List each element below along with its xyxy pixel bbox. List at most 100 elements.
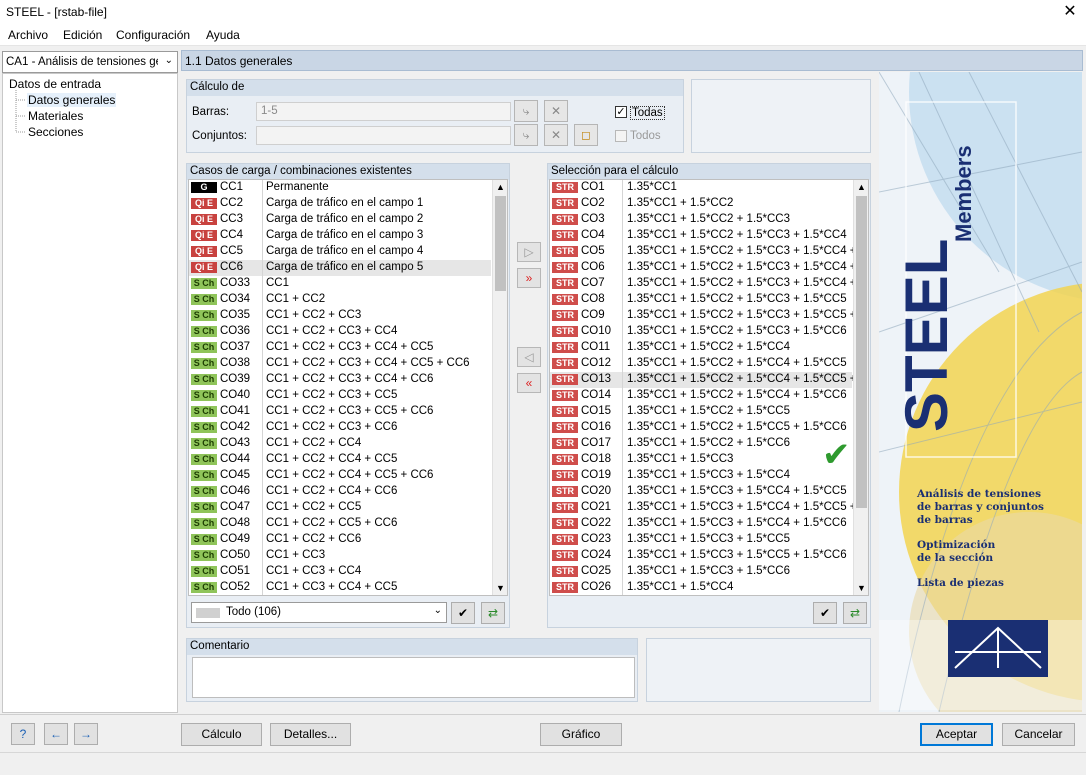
list-item[interactable]: STR CO25 1.35*CC1 + 1.5*CC3 + 1.5*CC6: [550, 564, 852, 580]
list-item[interactable]: STR CO26 1.35*CC1 + 1.5*CC4: [550, 580, 852, 595]
list-item[interactable]: S Ch CO40 CC1 + CC2 + CC3 + CC5: [189, 388, 491, 404]
list-item[interactable]: S Ch CO42 CC1 + CC2 + CC3 + CC6: [189, 420, 491, 436]
list-item[interactable]: S Ch CO36 CC1 + CC2 + CC3 + CC4: [189, 324, 491, 340]
details-button[interactable]: Detalles...: [270, 723, 351, 746]
comment-textarea[interactable]: [192, 657, 635, 698]
list-item[interactable]: G CC1 Permanente: [189, 180, 491, 196]
list-item[interactable]: S Ch CO43 CC1 + CC2 + CC4: [189, 436, 491, 452]
menu-configuracion[interactable]: Configuración: [116, 28, 190, 42]
list-item[interactable]: STR CO22 1.35*CC1 + 1.5*CC3 + 1.5*CC4 + 1.…: [550, 516, 852, 532]
add-all-icon[interactable]: »: [517, 268, 541, 288]
sets-input[interactable]: [256, 126, 511, 145]
cancel-button[interactable]: Cancelar: [1002, 723, 1075, 746]
select-all-selected-icon[interactable]: ✔: [813, 602, 837, 624]
accept-button[interactable]: Aceptar: [920, 723, 993, 746]
menu-edicion[interactable]: Edición: [63, 28, 102, 42]
list-item[interactable]: S Ch CO48 CC1 + CC2 + CC5 + CC6: [189, 516, 491, 532]
item-name: CO39: [220, 373, 251, 385]
list-item[interactable]: STR CO6 1.35*CC1 + 1.5*CC2 + 1.5*CC3 + 1.5…: [550, 260, 868, 276]
toggle-selection-existing-icon[interactable]: ⇄: [481, 602, 505, 624]
list-item[interactable]: STR CO2 1.35*CC1 + 1.5*CC2: [550, 196, 852, 212]
all-members-checkbox[interactable]: ✓: [615, 106, 627, 118]
list-item[interactable]: STR CO19 1.35*CC1 + 1.5*CC3 + 1.5*CC4: [550, 468, 852, 484]
list-item[interactable]: S Ch CO50 CC1 + CC3: [189, 548, 491, 564]
previous-page-icon[interactable]: ←: [44, 723, 68, 745]
next-page-icon[interactable]: →: [74, 723, 98, 745]
list-item[interactable]: STR CO8 1.35*CC1 + 1.5*CC2 + 1.5*CC3 + 1.5…: [550, 292, 852, 308]
list-item[interactable]: STR CO11 1.35*CC1 + 1.5*CC2 + 1.5*CC4: [550, 340, 852, 356]
close-icon[interactable]: ✕: [1054, 0, 1086, 24]
tree-root[interactable]: Datos de entrada: [9, 77, 101, 91]
filter-combo[interactable]: Todo (106) ⌄: [191, 602, 447, 623]
tree-item-secciones[interactable]: Secciones: [28, 125, 83, 139]
remove-selected-icon[interactable]: ◁: [517, 347, 541, 367]
list-item[interactable]: STR CO9 1.35*CC1 + 1.5*CC2 + 1.5*CC3 + 1.5…: [550, 308, 868, 324]
scroll-thumb[interactable]: [856, 196, 867, 508]
list-item[interactable]: S Ch CO49 CC1 + CC2 + CC6: [189, 532, 491, 548]
scroll-up-icon[interactable]: ▲: [857, 182, 866, 192]
new-set-icon[interactable]: ◻: [574, 124, 598, 146]
list-item[interactable]: STR CO5 1.35*CC1 + 1.5*CC2 + 1.5*CC3 + 1.5…: [550, 244, 868, 260]
list-item[interactable]: Qi E CC3 Carga de tráfico en el campo 2: [189, 212, 491, 228]
calculate-button[interactable]: Cálculo: [181, 723, 262, 746]
remove-all-icon[interactable]: «: [517, 373, 541, 393]
tree-item-materiales[interactable]: Materiales: [28, 109, 83, 123]
list-item[interactable]: S Ch CO44 CC1 + CC2 + CC4 + CC5: [189, 452, 491, 468]
list-item[interactable]: S Ch CO41 CC1 + CC2 + CC3 + CC5 + CC6: [189, 404, 491, 420]
list-item[interactable]: STR CO18 1.35*CC1 + 1.5*CC3: [550, 452, 852, 468]
menu-archivo[interactable]: Archivo: [8, 28, 48, 42]
list-item[interactable]: STR CO16 1.35*CC1 + 1.5*CC2 + 1.5*CC5 + 1.…: [550, 420, 852, 436]
help-icon[interactable]: ?: [11, 723, 35, 745]
list-item[interactable]: S Ch CO38 CC1 + CC2 + CC3 + CC4 + CC5 + CC…: [189, 356, 491, 372]
menu-ayuda[interactable]: Ayuda: [206, 28, 240, 42]
case-selector[interactable]: CA1 - Análisis de tensiones gen ⌄: [2, 51, 178, 73]
list-item[interactable]: S Ch CO39 CC1 + CC2 + CC3 + CC4 + CC6: [189, 372, 491, 388]
toggle-selection-selected-icon[interactable]: ⇄: [843, 602, 867, 624]
list-item[interactable]: S Ch CO47 CC1 + CC2 + CC5: [189, 500, 491, 516]
add-selected-icon[interactable]: ▷: [517, 242, 541, 262]
list-item[interactable]: S Ch CO46 CC1 + CC2 + CC4 + CC6: [189, 484, 491, 500]
select-all-existing-icon[interactable]: ✔: [451, 602, 475, 624]
members-input[interactable]: 1-5: [256, 102, 511, 121]
list-item[interactable]: STR CO15 1.35*CC1 + 1.5*CC2 + 1.5*CC5: [550, 404, 852, 420]
scroll-up-icon[interactable]: ▲: [496, 182, 505, 192]
type-badge: STR: [552, 518, 578, 529]
list-item[interactable]: Qi E CC6 Carga de tráfico en el campo 5: [189, 260, 491, 276]
scroll-down-icon[interactable]: ▼: [857, 583, 866, 593]
list-item[interactable]: STR CO1 1.35*CC1: [550, 180, 852, 196]
clear-members-icon[interactable]: ✕: [544, 100, 568, 122]
list-item[interactable]: S Ch CO52 CC1 + CC3 + CC4 + CC5: [189, 580, 491, 595]
list-item[interactable]: STR CO14 1.35*CC1 + 1.5*CC2 + 1.5*CC4 + 1.…: [550, 388, 852, 404]
list-item[interactable]: S Ch CO35 CC1 + CC2 + CC3: [189, 308, 491, 324]
list-item[interactable]: STR CO12 1.35*CC1 + 1.5*CC2 + 1.5*CC4 + 1.…: [550, 356, 852, 372]
list-item[interactable]: Qi E CC5 Carga de tráfico en el campo 4: [189, 244, 491, 260]
list-item[interactable]: STR CO21 1.35*CC1 + 1.5*CC3 + 1.5*CC4 + 1.…: [550, 500, 868, 516]
existing-scrollbar[interactable]: ▲ ▼: [492, 180, 507, 595]
list-item[interactable]: STR CO3 1.35*CC1 + 1.5*CC2 + 1.5*CC3: [550, 212, 852, 228]
pick-members-icon[interactable]: ⤷: [514, 100, 538, 122]
list-item[interactable]: STR CO23 1.35*CC1 + 1.5*CC3 + 1.5*CC5: [550, 532, 852, 548]
list-item[interactable]: Qi E CC4 Carga de tráfico en el campo 3: [189, 228, 491, 244]
list-item[interactable]: STR CO24 1.35*CC1 + 1.5*CC3 + 1.5*CC5 + 1.…: [550, 548, 852, 564]
list-item[interactable]: STR CO20 1.35*CC1 + 1.5*CC3 + 1.5*CC4 + 1.…: [550, 484, 852, 500]
list-item[interactable]: S Ch CO34 CC1 + CC2: [189, 292, 491, 308]
type-badge: STR: [552, 214, 578, 225]
list-item[interactable]: STR CO17 1.35*CC1 + 1.5*CC2 + 1.5*CC6: [550, 436, 852, 452]
pick-sets-icon[interactable]: ⤷: [514, 124, 538, 146]
list-item[interactable]: STR CO4 1.35*CC1 + 1.5*CC2 + 1.5*CC3 + 1.5…: [550, 228, 852, 244]
tree-item-datos-generales[interactable]: Datos generales: [27, 93, 117, 107]
list-item[interactable]: Qi E CC2 Carga de tráfico en el campo 1: [189, 196, 491, 212]
list-item[interactable]: S Ch CO51 CC1 + CC3 + CC4: [189, 564, 491, 580]
list-item[interactable]: STR CO10 1.35*CC1 + 1.5*CC2 + 1.5*CC3 + 1.…: [550, 324, 852, 340]
clear-sets-icon[interactable]: ✕: [544, 124, 568, 146]
selected-scrollbar[interactable]: ▲ ▼: [853, 180, 868, 595]
list-item[interactable]: S Ch CO45 CC1 + CC2 + CC4 + CC5 + CC6: [189, 468, 491, 484]
list-item[interactable]: S Ch CO33 CC1: [189, 276, 491, 292]
list-item[interactable]: S Ch CO37 CC1 + CC2 + CC3 + CC4 + CC5: [189, 340, 491, 356]
all-sets-checkbox[interactable]: [615, 130, 627, 142]
list-item[interactable]: STR CO7 1.35*CC1 + 1.5*CC2 + 1.5*CC3 + 1.5…: [550, 276, 868, 292]
graphic-button[interactable]: Gráfico: [540, 723, 622, 746]
scroll-thumb[interactable]: [495, 196, 506, 291]
scroll-down-icon[interactable]: ▼: [496, 583, 505, 593]
list-item[interactable]: STR CO13 1.35*CC1 + 1.5*CC2 + 1.5*CC4 + 1.…: [550, 372, 868, 388]
